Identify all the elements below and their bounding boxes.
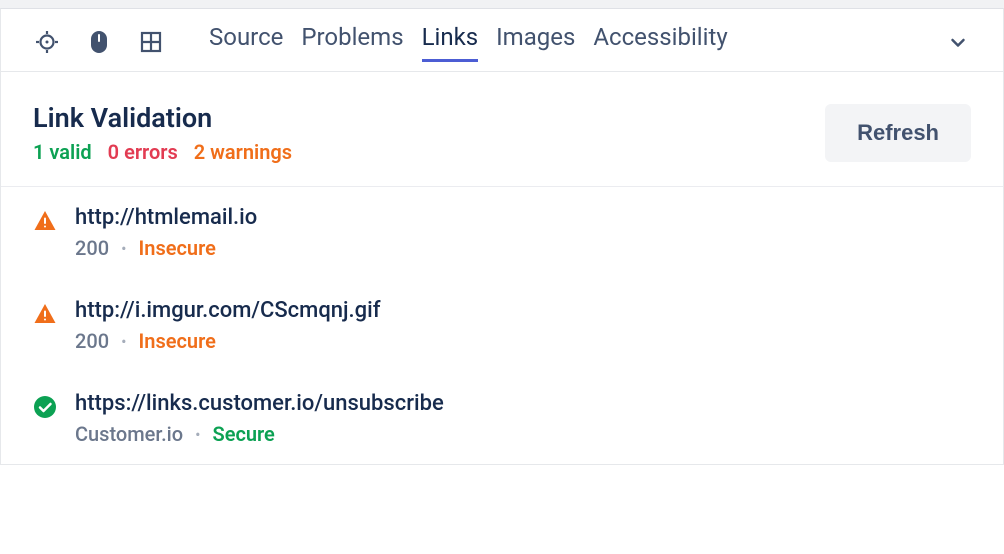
link-body: http://i.imgur.com/CScmqnj.gif 200 • Ins… — [75, 298, 381, 353]
valid-count: 1 valid — [33, 140, 92, 164]
meta-dot: • — [195, 425, 200, 444]
window-top-strip — [0, 0, 1004, 8]
collapse-toggle[interactable] — [945, 29, 971, 55]
tab-accessibility[interactable]: Accessibility — [593, 23, 727, 61]
warnings-count: 2 warnings — [194, 140, 292, 164]
tab-bar: Source Problems Links Images Accessibili… — [209, 23, 728, 61]
check-icon — [33, 395, 57, 419]
tab-links[interactable]: Links — [422, 23, 479, 61]
link-row[interactable]: http://i.imgur.com/CScmqnj.gif 200 • Ins… — [33, 298, 971, 353]
link-row[interactable]: https://links.customer.io/unsubscribe Cu… — [33, 391, 971, 446]
tab-source[interactable]: Source — [209, 23, 283, 61]
link-security-label: Secure — [212, 422, 274, 446]
toolbar: Source Problems Links Images Accessibili… — [1, 9, 1003, 72]
mouse-icon[interactable] — [85, 28, 113, 56]
tab-problems[interactable]: Problems — [301, 23, 403, 61]
link-status: 200 — [75, 236, 109, 260]
link-security-label: Insecure — [139, 236, 216, 260]
link-url: http://i.imgur.com/CScmqnj.gif — [75, 298, 381, 323]
link-meta: 200 • Insecure — [75, 236, 257, 260]
link-security-label: Insecure — [139, 329, 216, 353]
errors-count: 0 errors — [108, 140, 178, 164]
link-meta: 200 • Insecure — [75, 329, 381, 353]
target-icon[interactable] — [33, 28, 61, 56]
link-body: https://links.customer.io/unsubscribe Cu… — [75, 391, 444, 446]
link-url: https://links.customer.io/unsubscribe — [75, 391, 444, 416]
link-meta: Customer.io • Secure — [75, 422, 444, 446]
toolbar-icons — [33, 28, 165, 56]
section-header: Link Validation 1 valid 0 errors 2 warni… — [1, 72, 1003, 187]
panel-body: Link Validation 1 valid 0 errors 2 warni… — [1, 72, 1003, 464]
grid-icon[interactable] — [137, 28, 165, 56]
refresh-button[interactable]: Refresh — [825, 104, 971, 162]
link-list: http://htmlemail.io 200 • Insecure — [1, 187, 1003, 464]
warning-icon — [33, 209, 57, 233]
link-body: http://htmlemail.io 200 • Insecure — [75, 205, 257, 260]
warning-icon — [33, 302, 57, 326]
section-title: Link Validation — [33, 102, 292, 134]
link-url: http://htmlemail.io — [75, 205, 257, 230]
tab-images[interactable]: Images — [496, 23, 575, 61]
meta-dot: • — [121, 332, 126, 351]
validation-panel: Source Problems Links Images Accessibili… — [0, 8, 1004, 465]
link-status: Customer.io — [75, 422, 183, 446]
validation-counts: 1 valid 0 errors 2 warnings — [33, 140, 292, 164]
section-header-left: Link Validation 1 valid 0 errors 2 warni… — [33, 102, 292, 164]
meta-dot: • — [121, 239, 126, 258]
link-status: 200 — [75, 329, 109, 353]
link-row[interactable]: http://htmlemail.io 200 • Insecure — [33, 205, 971, 260]
